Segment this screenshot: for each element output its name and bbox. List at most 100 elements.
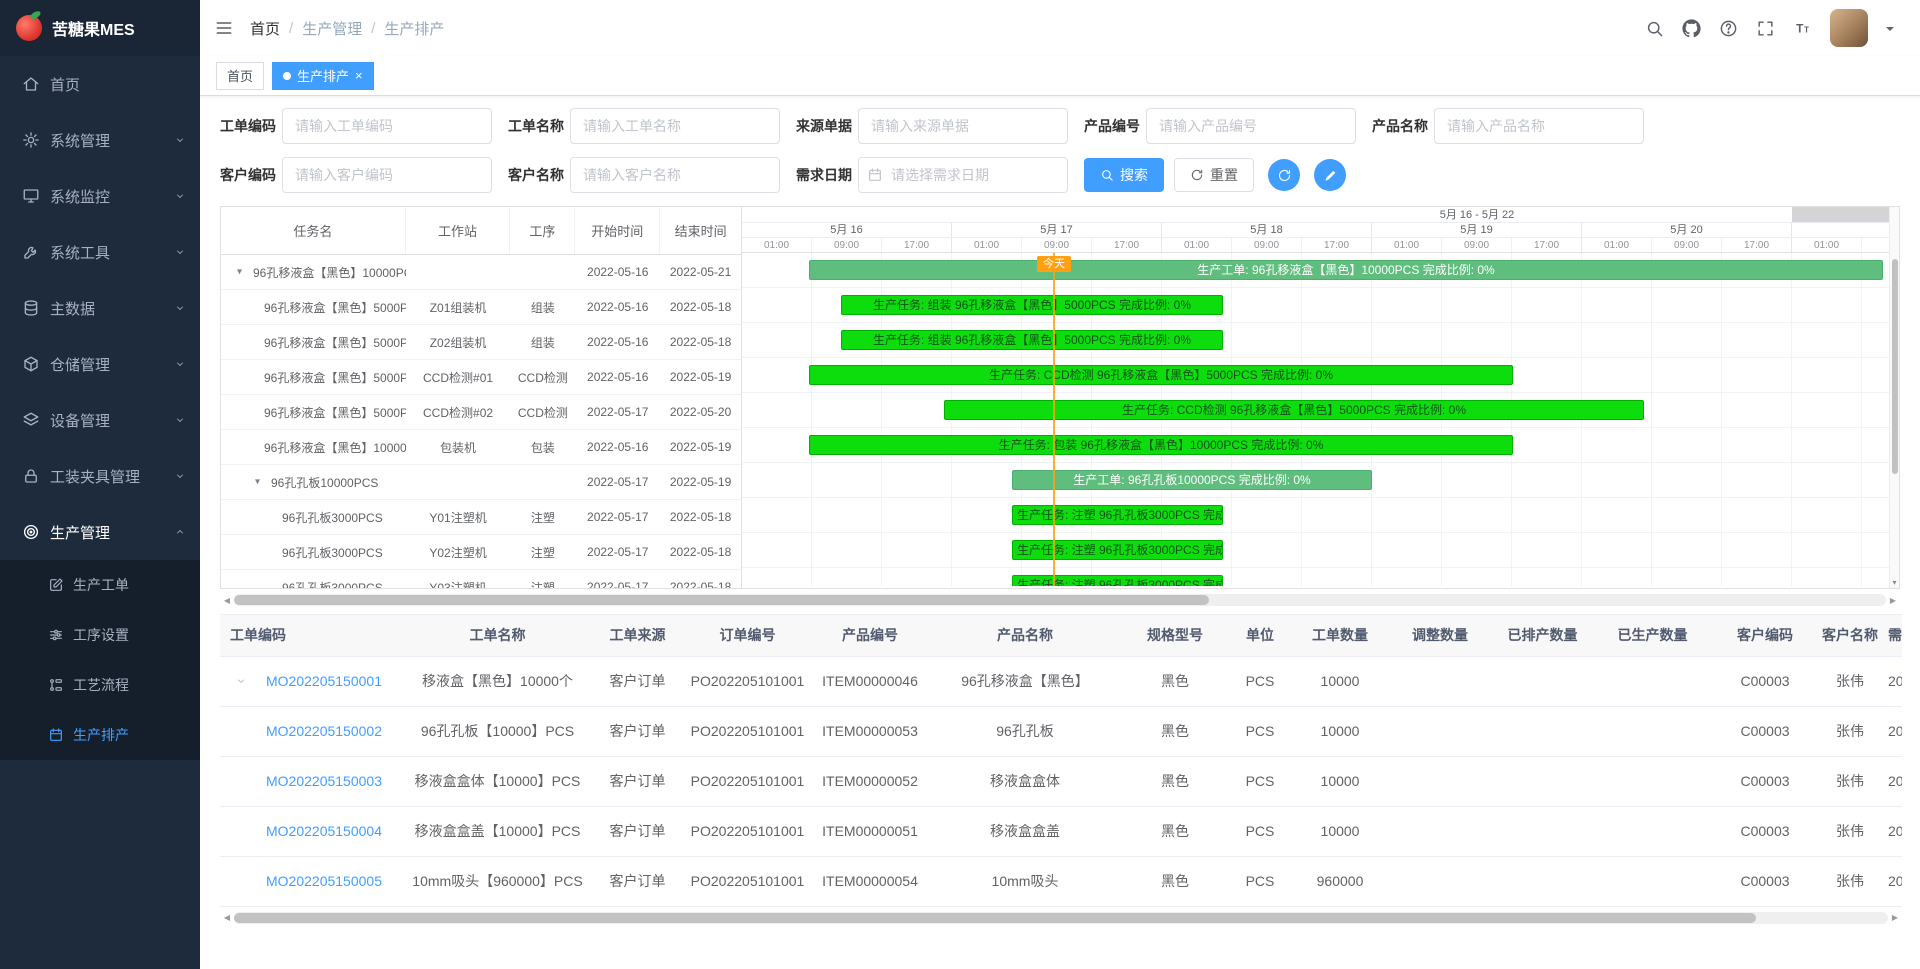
edit-circle-button[interactable] (1314, 159, 1346, 191)
breadcrumb: 首页 / 生产管理 / 生产排产 (250, 18, 444, 39)
产品名称-input[interactable] (1434, 108, 1644, 144)
row-expand-caret-icon[interactable] (235, 675, 247, 687)
sidebar-item-工装夹具管理[interactable]: 工装夹具管理 (0, 448, 200, 504)
工单名称-input[interactable] (570, 108, 780, 144)
question-icon[interactable] (1719, 19, 1738, 38)
fullscreen-icon[interactable] (1756, 19, 1775, 38)
avatar[interactable] (1830, 9, 1868, 47)
order-cell: ITEM00000053 (810, 706, 930, 756)
hamburger-icon[interactable] (214, 18, 234, 38)
order-row[interactable]: MO20220515000296孔孔板【10000】PCS客户订单PO20220… (220, 706, 1902, 756)
gantt-grid-row[interactable]: ▾96孔移液盒【黑色】10000PCS2022-05-162022-05-21 (221, 255, 741, 290)
chevron-down-icon (174, 358, 186, 370)
expand-caret-icon[interactable]: ▾ (237, 267, 242, 278)
gantt-bar[interactable]: 生产任务: CCD检测 96孔移液盒【黑色】5000PCS 完成比例: 0% (809, 365, 1513, 385)
gantt-grid-row[interactable]: 96孔孔板3000PCSY02注塑机注塑2022-05-172022-05-18 (221, 535, 741, 570)
order-row[interactable]: MO202205150001移液盒【黑色】10000个客户订单PO2022051… (220, 656, 1902, 706)
scroll-right-arrow-icon[interactable]: ▶ (1886, 596, 1900, 605)
order-cell: 张伟 (1820, 706, 1880, 756)
sidebar-item-生产管理[interactable]: 生产管理 (0, 504, 200, 560)
submenu-item-工序设置[interactable]: 工序设置 (0, 610, 200, 660)
svg-text:T: T (1796, 21, 1804, 35)
order-code-link[interactable]: MO202205150005 (266, 873, 382, 889)
order-code-link[interactable]: MO202205150003 (266, 773, 382, 789)
order-code-link[interactable]: MO202205150001 (266, 673, 382, 689)
order-row[interactable]: MO202205150003移液盒盒体【10000】PCS客户订单PO20220… (220, 756, 1902, 806)
submenu-item-工艺流程[interactable]: 工艺流程 (0, 660, 200, 710)
scrollbar-thumb[interactable] (234, 913, 1756, 923)
scroll-left-arrow-icon[interactable]: ◀ (220, 596, 234, 605)
sidebar-item-设备管理[interactable]: 设备管理 (0, 392, 200, 448)
gantt-grid-row[interactable]: 96孔孔板3000PCSY01注塑机注塑2022-05-172022-05-18 (221, 500, 741, 535)
scrollbar-thumb[interactable] (1892, 259, 1898, 474)
sidebar-item-系统管理[interactable]: 系统管理 (0, 112, 200, 168)
gantt-hour-label: 17:00 (882, 238, 952, 252)
scroll-right-arrow-icon[interactable]: ▶ (1888, 913, 1902, 922)
tab-production-schedule[interactable]: 生产排产 × (272, 62, 374, 90)
gantt-grid-row[interactable]: 96孔移液盒【黑色】5000PCSCCD检测#01CCD检测2022-05-16… (221, 360, 741, 395)
avatar-caret-down-icon[interactable] (1886, 27, 1894, 35)
submenu-item-生产工单[interactable]: 生产工单 (0, 560, 200, 610)
reset-button[interactable]: 重置 (1174, 158, 1254, 192)
客户名称-input[interactable] (570, 157, 780, 193)
gantt-grid-row[interactable]: 96孔移液盒【黑色】5000PCSZ02组装机组装2022-05-162022-… (221, 325, 741, 360)
sidebar-item-首页[interactable]: 首页 (0, 56, 200, 112)
order-cell: PO202205101001 (685, 856, 810, 906)
gantt-bar[interactable]: 生产任务: 注塑 96孔孔板3000PCS 完成比例: 0% (1012, 575, 1223, 586)
search-icon[interactable] (1645, 19, 1664, 38)
submenu-item-生产排产[interactable]: 生产排产 (0, 710, 200, 760)
search-button[interactable]: 搜索 (1084, 158, 1164, 192)
sidebar-item-系统工具[interactable]: 系统工具 (0, 224, 200, 280)
content: 工单编码工单名称来源单据产品编号产品名称 客户编码客户名称需求日期 搜索 重置 (200, 96, 1920, 969)
来源单据-input[interactable] (858, 108, 1068, 144)
expand-caret-icon[interactable]: ▾ (255, 477, 260, 488)
gantt-bar[interactable]: 生产任务: 注塑 96孔孔板3000PCS 完成比例: 0% (1012, 540, 1223, 560)
gantt-grid-row[interactable]: 96孔孔板3000PCSY03注塑机注塑2022-05-172022-05-18 (221, 570, 741, 588)
tab-close-icon[interactable]: × (355, 69, 363, 82)
sidebar-submenu: 生产工单工序设置工艺流程生产排产 (0, 560, 200, 760)
tab-home[interactable]: 首页 (216, 62, 264, 90)
客户编码-input[interactable] (282, 157, 492, 193)
gantt-vertical-scrollbar[interactable]: ▾ (1889, 207, 1899, 588)
order-code-link[interactable]: MO202205150002 (266, 723, 382, 739)
gantt-bar[interactable]: 生产工单: 96孔移液盒【黑色】10000PCS 完成比例: 0% (809, 260, 1883, 280)
gantt-bar[interactable]: 生产任务: 包装 96孔移液盒【黑色】10000PCS 完成比例: 0% (809, 435, 1513, 455)
scroll-left-arrow-icon[interactable]: ◀ (220, 913, 234, 922)
weekend-shade (1792, 207, 1889, 222)
order-cell: 202 (1880, 706, 1902, 756)
order-cell: 960000 (1290, 856, 1390, 906)
gantt-bar[interactable]: 生产工单: 96孔孔板10000PCS 完成比例: 0% (1012, 470, 1372, 490)
gantt-grid-row[interactable]: 96孔移液盒【黑色】5000PCSZ01组装机组装2022-05-162022-… (221, 290, 741, 325)
gantt-bar[interactable]: 生产任务: 注塑 96孔孔板3000PCS 完成比例: 0% (1012, 505, 1223, 525)
order-code-link[interactable]: MO202205150004 (266, 823, 382, 839)
gantt-bar[interactable]: 生产任务: 组装 96孔移液盒【黑色】5000PCS 完成比例: 0% (841, 330, 1223, 350)
gantt-cell: 2022-05-18 (660, 300, 741, 314)
sidebar-item-主数据[interactable]: 主数据 (0, 280, 200, 336)
order-row[interactable]: MO20220515000510mm吸头【960000】PCS客户订单PO202… (220, 856, 1902, 906)
sidebar-item-系统监控[interactable]: 系统监控 (0, 168, 200, 224)
gantt-bar[interactable]: 生产任务: CCD检测 96孔移液盒【黑色】5000PCS 完成比例: 0% (944, 400, 1644, 420)
breadcrumb-home[interactable]: 首页 (250, 18, 280, 39)
scroll-down-arrow-icon[interactable]: ▾ (1890, 578, 1899, 587)
产品编号-input[interactable] (1146, 108, 1356, 144)
sidebar-item-仓储管理[interactable]: 仓储管理 (0, 336, 200, 392)
gantt-cell: 2022-05-20 (660, 405, 741, 419)
gantt-grid-row[interactable]: 96孔移液盒【黑色】10000PCS包装机包装2022-05-162022-05… (221, 430, 741, 465)
scrollbar-track[interactable] (234, 594, 1886, 606)
gantt-horizontal-scrollbar[interactable]: ◀ ▶ (220, 593, 1900, 607)
sidebar-menu: 首页系统管理系统监控系统工具主数据仓储管理设备管理工装夹具管理生产管理生产工单工… (0, 56, 200, 760)
orders-table: 工单编码工单名称工单来源订单编号产品编号产品名称规格型号单位工单数量调整数量已排… (220, 614, 1902, 907)
工单编码-input[interactable] (282, 108, 492, 144)
gantt-grid-row[interactable]: 96孔移液盒【黑色】5000PCSCCD检测#02CCD检测2022-05-17… (221, 395, 741, 430)
gantt-cell: 2022-05-16 (575, 265, 660, 279)
github-icon[interactable] (1682, 19, 1701, 38)
filter-input-wrap (858, 108, 1068, 144)
需求日期-input[interactable] (858, 157, 1068, 193)
order-row[interactable]: MO202205150004移液盒盒盖【10000】PCS客户订单PO20220… (220, 806, 1902, 856)
font-size-icon[interactable]: TT (1793, 19, 1812, 38)
scrollbar-track[interactable] (234, 912, 1888, 924)
gantt-bar[interactable]: 生产任务: 组装 96孔移液盒【黑色】5000PCS 完成比例: 0% (841, 295, 1223, 315)
gantt-grid-row[interactable]: ▾96孔孔板10000PCS2022-05-172022-05-19 (221, 465, 741, 500)
refresh-circle-button[interactable] (1268, 159, 1300, 191)
scrollbar-thumb[interactable] (234, 595, 1209, 605)
